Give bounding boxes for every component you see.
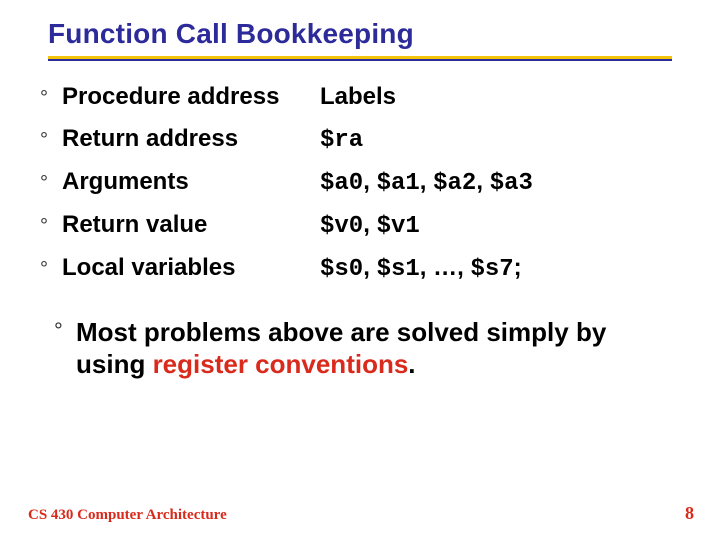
term-value: $s0, $s1, …, $s7; [320, 254, 522, 283]
slide-title: Function Call Bookkeeping [48, 18, 720, 50]
row-local-variables: ° Local variables $s0, $s1, …, $s7; [40, 254, 680, 283]
separator: , …, [420, 254, 471, 281]
bullet-icon: ° [40, 257, 62, 281]
footer-course: CS 430 Computer Architecture [28, 507, 227, 524]
register-name: $v0 [320, 213, 363, 240]
bullet-icon: ° [40, 214, 62, 238]
separator: ; [514, 254, 522, 281]
register-name: $a2 [433, 170, 476, 197]
row-return-value: ° Return value $v0, $v1 [40, 211, 680, 240]
separator: , [363, 168, 376, 195]
term-value: $ra [320, 125, 363, 154]
register-name: $a3 [490, 170, 533, 197]
register-name: $a0 [320, 170, 363, 197]
term-label: Procedure address [62, 83, 320, 111]
row-arguments: ° Arguments $a0, $a1, $a2, $a3 [40, 168, 680, 197]
summary-text: Most problems above are solved simply by… [76, 317, 680, 380]
content-area: ° Procedure address Labels ° Return addr… [0, 61, 720, 380]
term-label: Local variables [62, 254, 320, 282]
register-name: $s1 [377, 256, 420, 283]
register-name: $a1 [377, 170, 420, 197]
summary-row: ° Most problems above are solved simply … [40, 317, 680, 380]
slide: Function Call Bookkeeping ° Procedure ad… [0, 0, 720, 540]
term-value: $a0, $a1, $a2, $a3 [320, 168, 533, 197]
separator: , [420, 168, 433, 195]
row-return-address: ° Return address $ra [40, 125, 680, 154]
term-label: Return value [62, 211, 320, 239]
bullet-icon: ° [40, 128, 62, 152]
term-value: $v0, $v1 [320, 211, 420, 240]
summary-post: . [408, 349, 415, 379]
bullet-icon: ° [40, 86, 62, 110]
term-value: Labels [320, 83, 396, 111]
bullet-icon: ° [40, 171, 62, 195]
separator: , [363, 254, 376, 281]
row-procedure-address: ° Procedure address Labels [40, 83, 680, 111]
footer-page-number: 8 [685, 503, 694, 524]
term-label: Return address [62, 125, 320, 153]
separator: , [363, 211, 376, 238]
title-wrap: Function Call Bookkeeping [0, 0, 720, 50]
register-name: $ra [320, 127, 363, 154]
register-name: $v1 [377, 213, 420, 240]
summary-accent: register conventions [153, 349, 409, 379]
separator: , [476, 168, 489, 195]
register-name: $s0 [320, 256, 363, 283]
register-name: $s7 [470, 256, 513, 283]
bullet-icon: ° [54, 317, 76, 343]
term-label: Arguments [62, 168, 320, 196]
